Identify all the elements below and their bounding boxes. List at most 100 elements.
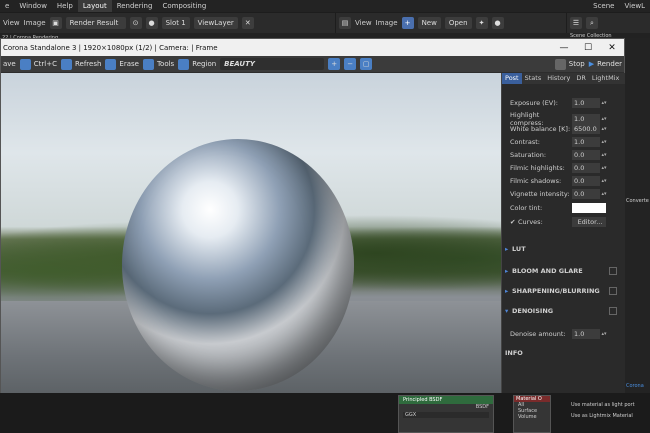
refresh-button[interactable]: Refresh [60,58,101,70]
material-output-node[interactable]: Material O All Surface Volume [513,395,551,433]
copy-button[interactable]: Ctrl+C [19,58,57,70]
corona-window: Corona Standalone 3 | 1920×1080px (1/2) … [0,38,626,393]
tab-stats[interactable]: Stats [522,73,545,84]
view-layer-top[interactable]: ViewL [619,2,650,10]
zoom-in-icon[interactable]: + [328,58,341,70]
minimize-icon[interactable]: — [552,43,576,53]
zoom-out-icon[interactable]: − [344,58,357,70]
menu-cut[interactable]: e [0,2,14,10]
tab-layout[interactable]: Layout [77,0,112,12]
spinner-icon[interactable]: ▴▾ [600,178,608,184]
sharpening-label: SHARPENING/BLURRING [512,287,600,295]
render-button[interactable]: ▶ Render [589,60,622,68]
save-button[interactable]: ave [3,60,16,68]
pass-selector[interactable]: BEAUTY [220,58,325,70]
lightmix-option[interactable]: Use as Lightmix Material [571,411,650,422]
tab-post[interactable]: Post [502,73,522,84]
chrome-sphere [122,139,354,391]
tab-dr[interactable]: DR [573,73,589,84]
image-icon[interactable]: ▣ [49,17,62,29]
menu-window[interactable]: Window [14,2,52,10]
render-result-field[interactable]: Render Result [65,17,126,29]
node-title: Principled BSDF [399,396,493,404]
white-balance-input[interactable]: 6500.0 [572,124,600,134]
erase-icon [105,58,117,70]
open-button[interactable]: Open [444,17,472,29]
stop-button[interactable]: Stop [554,58,585,70]
bloom-checkbox[interactable] [609,267,617,275]
view-menu[interactable]: View [3,19,20,27]
section-bloom[interactable]: ▸ BLOOM AND GLARE [505,267,617,275]
spinner-icon[interactable]: ▴▾ [600,100,608,106]
light-portal-option[interactable]: Use material as light port [571,400,650,411]
spinner-icon[interactable]: ▴▾ [600,139,608,145]
spinner-icon[interactable]: ▴▾ [600,331,608,337]
editor-type-icon[interactable]: ▤ [339,17,351,29]
render-icon: ▶ [588,60,595,68]
tab-lightmix[interactable]: LightMix [589,73,622,84]
outliner-icon[interactable]: ☰ [570,17,582,29]
highlight-input[interactable]: 1.0 [572,114,600,124]
corona-label: Corona [626,383,644,389]
saturation-input[interactable]: 0.0 [572,150,600,160]
close-icon[interactable]: ✕ [241,17,254,29]
filmic-shadows-label: Filmic shadows: [510,177,562,185]
tab-compositing[interactable]: Compositing [157,0,211,12]
filmic-shadows-input[interactable]: 0.0 [572,176,600,186]
search-icon[interactable]: ⌕ [586,17,598,29]
color-tint-swatch[interactable] [572,203,606,213]
tools-button[interactable]: Tools [142,58,175,70]
region-button[interactable]: Region [178,58,217,70]
vignette-input[interactable]: 0.0 [572,189,600,199]
slot-icon[interactable]: ● [145,17,158,29]
section-denoising[interactable]: ▾ DENOISING [505,307,617,315]
view-layer-selector[interactable]: ViewLayer [193,17,238,29]
tools-label: Tools [156,60,175,68]
curves-row: ✔ Curves: Editor... [510,217,615,227]
erase-label: Erase [119,60,139,68]
spinner-icon[interactable]: ▴▾ [600,152,608,158]
spinner-icon[interactable]: ▴▾ [600,116,608,122]
new-icon[interactable]: + [401,17,414,29]
render-viewport[interactable] [1,73,501,393]
view-menu-2[interactable]: View [355,19,372,27]
image-editor-header: View Image ▣ Render Result ⊙ ● Slot 1 Vi… [0,13,335,33]
new-button[interactable]: New [417,17,441,29]
contrast-input[interactable]: 1.0 [572,137,600,147]
erase-button[interactable]: Erase [105,58,139,70]
section-info[interactable]: INFO [505,349,617,357]
spinner-icon[interactable]: ▴▾ [600,126,608,132]
scene-selector[interactable]: Scene [588,2,619,10]
image-menu[interactable]: Image [24,19,46,27]
spinner-icon[interactable]: ▴▾ [600,165,608,171]
filmic-highlights-input[interactable]: 0.0 [572,163,600,173]
maximize-icon[interactable]: ☐ [576,43,600,53]
tab-rendering[interactable]: Rendering [112,0,158,12]
sharpening-checkbox[interactable] [609,287,617,295]
denoising-checkbox[interactable] [609,307,617,315]
shading-icon[interactable]: ● [491,17,504,29]
image-menu-2[interactable]: Image [376,19,398,27]
denoise-input[interactable]: 1.0 [572,329,600,339]
contrast-row: Contrast: 1.0 ▴▾ [510,137,615,147]
expand-icon: ▸ [505,287,509,295]
color-tint-row: Color tint: [510,203,615,213]
pin-icon[interactable]: ⊙ [129,17,142,29]
pin-icon-2[interactable]: ✦ [475,17,488,29]
close-window-icon[interactable]: ✕ [600,43,624,53]
section-lut[interactable]: ▸ LUT [505,245,617,253]
exposure-input[interactable]: 1.0 [572,98,600,108]
spinner-icon[interactable]: ▴▾ [600,191,608,197]
tab-history[interactable]: History [544,73,573,84]
curves-label: Curves: [518,218,543,226]
exposure-label: Exposure (EV): [510,99,558,107]
node-distribution[interactable]: GGX [403,412,489,418]
zoom-fit-icon[interactable]: ▢ [360,58,373,70]
region-label: Region [192,60,217,68]
section-sharpening[interactable]: ▸ SHARPENING/BLURRING [505,287,617,295]
menu-help[interactable]: Help [52,2,78,10]
principled-bsdf-node[interactable]: Principled BSDF BSDF GGX [398,395,494,433]
curves-editor-button[interactable]: Editor... [572,217,606,227]
check-icon[interactable]: ✔ [510,218,518,226]
slot-selector[interactable]: Slot 1 [161,17,190,29]
